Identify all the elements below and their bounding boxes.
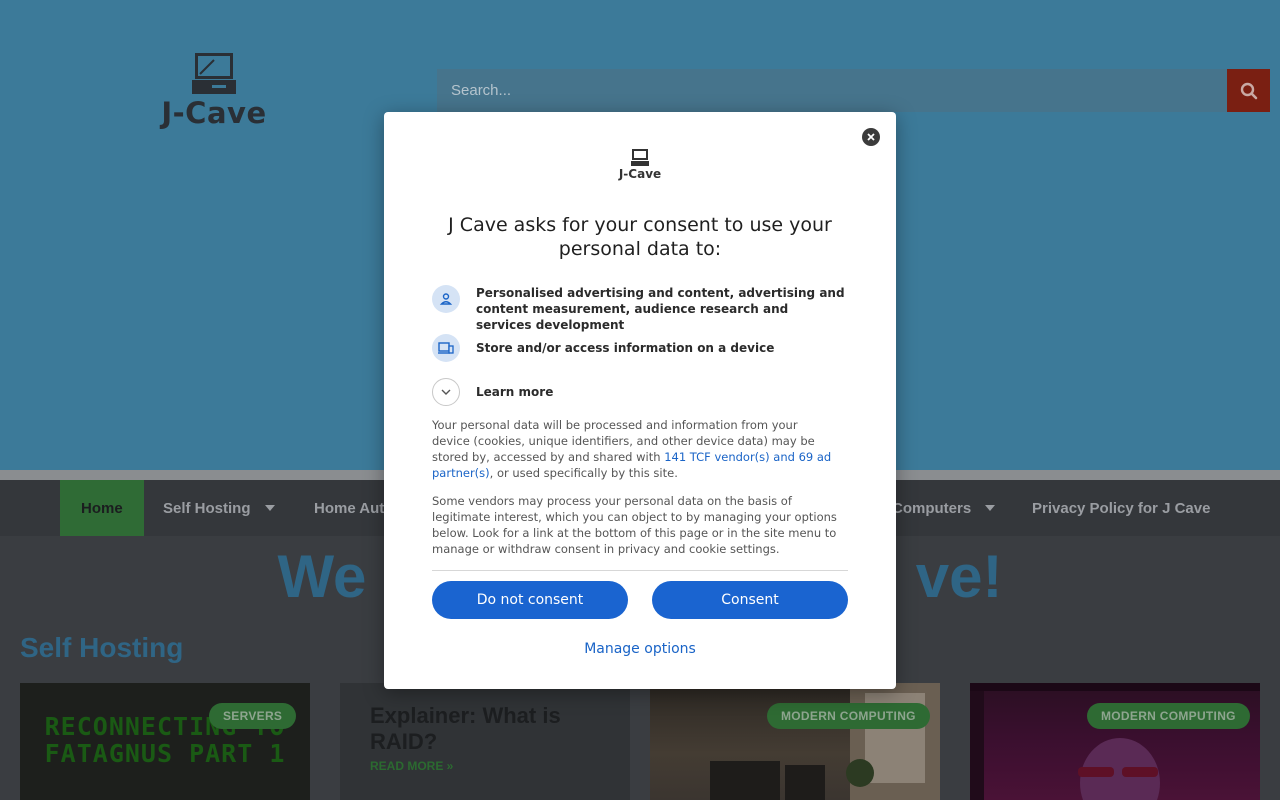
purpose-text: Store and/or access information on a dev… [476, 341, 775, 355]
purpose-item: Store and/or access information on a dev… [432, 334, 846, 362]
consent-button[interactable]: Consent [652, 581, 848, 619]
consent-title: J Cave asks for your consent to use your… [448, 214, 832, 260]
close-button[interactable] [862, 128, 880, 146]
dialog-divider [432, 570, 848, 571]
computer-logo-icon [631, 149, 649, 166]
consent-description-text: , or used specifically by this site. [489, 466, 678, 480]
purpose-text: Personalised advertising and content, ad… [476, 286, 845, 332]
do-not-consent-button[interactable]: Do not consent [432, 581, 628, 619]
person-icon [432, 285, 460, 313]
close-icon [867, 133, 875, 141]
consent-dialog: J-Cave J Cave asks for your consent to u… [384, 112, 896, 689]
legitimate-interest-text: Some vendors may process your personal d… [432, 494, 837, 556]
chevron-down-icon[interactable] [432, 378, 460, 406]
learn-more-toggle[interactable]: Learn more [432, 378, 846, 406]
purpose-item: Personalised advertising and content, ad… [432, 285, 846, 333]
learn-more-label[interactable]: Learn more [476, 384, 846, 400]
consent-overlay: J-Cave J Cave asks for your consent to u… [0, 0, 1280, 800]
consent-description: Your personal data will be processed and… [432, 417, 838, 481]
devices-icon [432, 334, 460, 362]
manage-options-link[interactable]: Manage options [384, 641, 896, 657]
consent-logo-text: J-Cave [618, 167, 662, 181]
consent-site-logo: J-Cave [614, 148, 666, 184]
